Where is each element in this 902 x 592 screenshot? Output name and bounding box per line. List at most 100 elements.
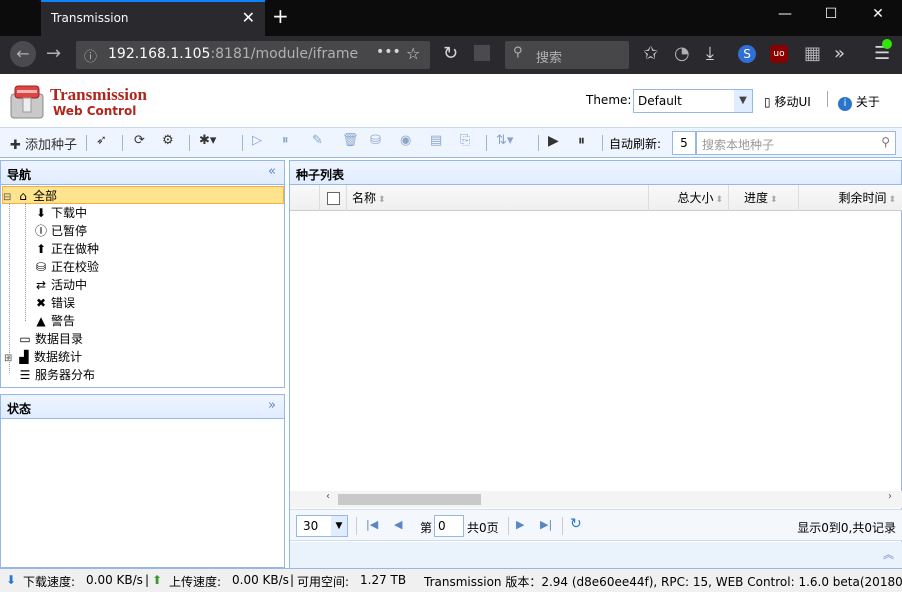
overflow-icon[interactable]: » <box>834 43 845 64</box>
page-size-select[interactable]: 30 ▼ <box>296 515 348 537</box>
nav-item-statistics[interactable]: ⊞ ▟ 数据统计 <box>4 348 82 366</box>
status-bar: ⬇ 下载速度: 0.00 KB/s | ⬆ 上传速度: 0.00 KB/s | … <box>0 568 902 592</box>
nav-item-error[interactable]: ✖ 错误 <box>33 294 75 312</box>
upload-icon: ⬆ <box>35 242 47 256</box>
phone-icon: ▯ <box>764 95 771 109</box>
first-page-icon[interactable]: |◀ <box>366 518 378 531</box>
reload-icon[interactable]: ↻ <box>443 43 458 64</box>
info-icon: i <box>838 97 852 111</box>
tree-line <box>25 203 26 321</box>
scrollbar-thumb[interactable] <box>338 494 481 505</box>
last-page-icon[interactable]: ▶| <box>540 518 552 531</box>
search-icon[interactable]: ⚲ <box>881 135 890 149</box>
app-title: Transmission <box>50 85 147 104</box>
upload-speed-icon: ⬆ <box>152 573 163 587</box>
mobile-ui-link[interactable]: ▯ 移动UI <box>764 93 811 110</box>
pause-all-icon[interactable]: ⏸ <box>578 133 585 153</box>
pagination-bar: 30 ▼ |◀ ◀ 第 0 共0页 ▶ ▶| ↻ 显示0到0,共0记录 <box>290 509 902 541</box>
scroll-left-icon[interactable]: ‹ <box>326 491 330 502</box>
sort-icon: ⬍ <box>888 195 896 205</box>
page-number-input[interactable]: 0 <box>434 515 464 537</box>
chevron-down-icon[interactable]: ▼ <box>331 516 347 536</box>
theme-label: Theme: <box>586 93 632 107</box>
nav-item-all[interactable]: ⊟ ⌂ 全部 <box>2 186 284 204</box>
home-icon: ⌂ <box>19 189 27 203</box>
nav-item-data-dirs[interactable]: ▭ 数据目录 <box>17 330 83 348</box>
refresh-icon[interactable]: ↻ <box>570 516 582 532</box>
next-page-icon[interactable]: ▶ <box>516 518 524 531</box>
move-icon[interactable]: ▤ <box>430 133 442 153</box>
extension-icon[interactable] <box>474 45 490 61</box>
auto-refresh-input[interactable]: 5 <box>672 131 696 155</box>
reannounce-icon[interactable]: ◉ <box>400 133 411 153</box>
version-text: Transmission 版本：2.94 (d8e60ee44f), RPC: … <box>424 575 902 589</box>
rename-icon[interactable]: ✎ <box>312 133 323 153</box>
select-all-checkbox[interactable] <box>320 185 347 211</box>
tree-expand-icon[interactable]: ⊞ <box>4 350 16 368</box>
bookmark-star-icon[interactable]: ☆ <box>406 44 420 63</box>
close-window-icon[interactable]: ✕ <box>863 6 893 22</box>
start-all-icon[interactable]: ▶ <box>548 133 559 153</box>
new-tab-icon[interactable]: + <box>272 4 289 28</box>
auto-refresh-label: 自动刷新: <box>609 137 662 151</box>
nav-item-seeding[interactable]: ⬆ 正在做种 <box>33 240 99 258</box>
column-name[interactable]: 名称 ⬍ <box>347 185 649 211</box>
column-remaining-time[interactable]: 剩余时间 ⬍ <box>799 185 902 211</box>
sort-icon[interactable]: ⇅▾ <box>496 133 513 153</box>
free-space-value: 1.27 TB <box>360 573 407 587</box>
library-star-icon[interactable]: ✩ <box>643 43 658 64</box>
nav-header: 导航 « <box>1 161 284 185</box>
downloads-icon[interactable]: ⤓ <box>706 43 714 64</box>
ublock-icon[interactable]: uo <box>770 45 788 63</box>
start-icon[interactable]: ▷ <box>252 133 262 153</box>
forward-icon[interactable]: → <box>46 43 61 64</box>
scroll-right-icon[interactable]: › <box>888 491 892 502</box>
settings-gear-icon[interactable]: ⚙ <box>162 133 174 153</box>
column-progress[interactable]: 进度 ⬍ <box>729 185 799 211</box>
nav-item-servers[interactable]: ☰ 服务器分布 <box>17 366 95 384</box>
horizontal-scrollbar[interactable]: ‹ › <box>290 491 902 508</box>
verify-icon[interactable]: ⛁ <box>370 133 381 153</box>
torrent-list-header: 种子列表 <box>290 161 901 185</box>
skype-icon[interactable]: S <box>738 45 756 63</box>
browser-search-input[interactable]: ⚲ 搜索 <box>505 41 629 69</box>
row-number-column <box>290 185 320 211</box>
close-tab-icon[interactable]: ✕ <box>242 8 255 27</box>
rocket-icon[interactable]: ➶ <box>96 133 107 153</box>
collapse-icon[interactable]: « <box>268 164 276 179</box>
search-icon: ⚲ <box>513 45 523 60</box>
column-size[interactable]: 总大小 ⬍ <box>649 185 729 211</box>
expand-icon[interactable]: » <box>268 398 276 413</box>
page-actions-icon[interactable]: ••• <box>376 44 401 60</box>
reload-list-icon[interactable]: ⟳ <box>134 133 145 153</box>
exchange-icon: ⇄ <box>35 278 47 292</box>
nav-item-paused[interactable]: Ⓘ 已暂停 <box>33 222 87 240</box>
grid-icon[interactable]: ▦ <box>804 43 821 64</box>
info-icon[interactable]: ⓘ <box>84 46 97 65</box>
pause-icon[interactable]: ⏸ <box>282 133 289 153</box>
nav-item-warning[interactable]: ▲ 警告 <box>33 312 75 330</box>
about-link[interactable]: i 关于 <box>838 93 880 111</box>
nav-item-downloading[interactable]: ⬇ 下载中 <box>33 204 87 222</box>
upload-speed-value: 0.00 KB/s <box>232 573 289 587</box>
plugin-icon[interactable]: ✱▾ <box>199 133 216 153</box>
maximize-icon[interactable]: ☐ <box>816 6 846 22</box>
chevron-down-icon[interactable]: ▼ <box>734 90 752 112</box>
delete-icon[interactable]: 🗑 <box>342 133 359 153</box>
prev-page-icon[interactable]: ◀ <box>394 518 402 531</box>
torrent-search-input[interactable]: 搜索本地种子 ⚲ <box>696 131 896 155</box>
expand-up-icon[interactable]: ︽ <box>883 546 894 562</box>
browser-tab-bar: Transmission ✕ + — ☐ ✕ <box>0 0 902 36</box>
toolbar: ✚ 添加种子 ➶ ⟳ ⚙ ✱▾ ▷ ⏸ ✎ 🗑 ⛁ ◉ ▤ ⎘ ⇅▾ ▶ ⏸ 自… <box>0 128 902 158</box>
browser-tab[interactable]: Transmission ✕ <box>41 0 265 36</box>
sync-icon[interactable]: ◔ <box>674 43 690 64</box>
nav-item-checking[interactable]: ⛁ 正在校验 <box>33 258 99 276</box>
copy-icon[interactable]: ⎘ <box>460 133 470 153</box>
url-bar[interactable]: ⓘ 192.168.1.105:8181/module/iframe ••• ☆ <box>76 41 430 69</box>
back-icon[interactable]: ← <box>10 41 36 67</box>
add-torrent-button[interactable]: ✚ 添加种子 <box>10 134 77 154</box>
minimize-icon[interactable]: — <box>770 6 800 22</box>
pause-icon: Ⓘ <box>34 224 47 238</box>
theme-select[interactable]: Default ▼ <box>633 89 753 113</box>
nav-item-active[interactable]: ⇄ 活动中 <box>33 276 87 294</box>
